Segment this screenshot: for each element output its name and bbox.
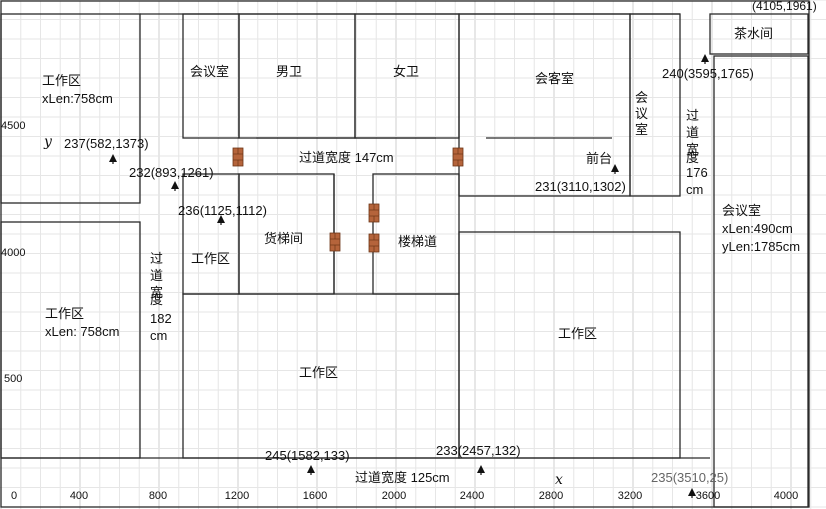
room-reception	[458, 13, 631, 197]
corridor-right-c5: 176	[686, 165, 708, 180]
label-stairway: 楼梯道	[398, 234, 437, 249]
floor-plan-svg: 工作区 xLen:758cm 工作区 xLen: 758cm 会议室 男卫 女卫…	[0, 0, 826, 509]
label-workarea-bottom-mid: 工作区	[299, 365, 338, 380]
point-label-corner: (4105,1961)	[752, 0, 817, 13]
x-tick-label: 3600	[696, 490, 720, 502]
floor-plan-canvas: 工作区 xLen:758cm 工作区 xLen: 758cm 会议室 男卫 女卫…	[0, 0, 826, 509]
corridor-bottom-label: 过道宽度 125cm	[355, 470, 450, 485]
y-tick-label: 500	[4, 373, 22, 385]
x-tick-label: 2800	[539, 490, 563, 502]
door-icon	[452, 147, 464, 167]
corridor-left-c4: 度	[150, 292, 163, 307]
x-tick-label: 2000	[382, 490, 406, 502]
x-tick-label: 4000	[774, 490, 798, 502]
door-icon	[232, 147, 244, 167]
ylen-meeting-big: yLen:1785cm	[722, 239, 800, 254]
point-label-233: 233(2457,132)	[436, 443, 521, 458]
xlen-meeting-big: xLen:490cm	[722, 221, 793, 236]
corridor-right-c6: cm	[686, 182, 703, 197]
label-workarea-top-left: 工作区	[42, 73, 81, 88]
x-tick-label: 2400	[460, 490, 484, 502]
door-icon	[368, 203, 380, 223]
label-meeting-big: 会议室	[722, 203, 761, 218]
corridor-left-c6: cm	[150, 328, 167, 343]
x-axis-name: x	[555, 472, 563, 488]
label-workarea-left: 工作区	[45, 306, 84, 321]
door-icon	[368, 233, 380, 253]
label-freight-elevator: 货梯间	[264, 231, 303, 246]
y-tick-label: 4000	[1, 247, 25, 259]
room-workarea-right	[458, 231, 681, 459]
location-pin-icon	[307, 465, 315, 475]
y-axis-name: y	[43, 134, 53, 150]
x-tick-label: 1600	[303, 490, 327, 502]
door-icon	[329, 232, 341, 252]
x-tick-label: 400	[70, 490, 88, 502]
label-meeting-2-c2: 议	[635, 106, 648, 121]
size-workarea-top-left: xLen:758cm	[42, 91, 113, 106]
location-pin-icon	[611, 164, 619, 174]
point-label-235: 235(3510,25)	[651, 470, 728, 485]
corridor-right-c1: 过	[686, 108, 699, 123]
room-meeting-big	[713, 55, 809, 508]
label-meeting-1: 会议室	[190, 64, 229, 79]
point-label-236: 236(1125,1112)	[178, 203, 267, 218]
x-tick-label: 800	[149, 490, 167, 502]
label-womens: 女卫	[393, 64, 419, 79]
corridor-right-c4: 度	[686, 150, 699, 165]
x-tick-label: 1200	[225, 490, 249, 502]
label-meeting-2-c1: 会	[635, 90, 648, 105]
point-label-237: 237(582,1373)	[64, 136, 149, 151]
size-workarea-left: xLen: 758cm	[45, 324, 119, 339]
point-label-240: 240(3595,1765)	[662, 66, 754, 81]
label-mens: 男卫	[276, 64, 302, 79]
label-front-desk: 前台	[586, 151, 612, 166]
label-reception: 会客室	[535, 71, 574, 86]
point-label-245: 245(1582,133)	[265, 448, 350, 463]
corridor-left-c1: 过	[150, 251, 163, 266]
label-tea-room: 茶水间	[734, 26, 773, 41]
point-label-231: 231(3110,1302)	[535, 179, 626, 194]
corridor-right-c2: 道	[686, 125, 699, 140]
location-pin-icon	[477, 465, 485, 475]
point-label-232: 232(893,1261)	[129, 165, 214, 180]
corridor-left-c5: 182	[150, 311, 172, 326]
corridor-top-label: 过道宽度 147cm	[299, 150, 394, 165]
label-workarea-small: 工作区	[191, 251, 230, 266]
label-meeting-2-c3: 室	[635, 122, 648, 137]
y-tick-label: 4500	[1, 120, 25, 132]
x-tick-label: 0	[11, 490, 17, 502]
axis-ticks: 0 400 800 1200 1600 2000 2400 2800 3200 3600 4000 4…	[1, 120, 798, 502]
label-workarea-right: 工作区	[558, 326, 597, 341]
location-pin-icon	[171, 181, 179, 191]
x-tick-label: 3200	[618, 490, 642, 502]
corridor-left-c2: 道	[150, 268, 163, 283]
